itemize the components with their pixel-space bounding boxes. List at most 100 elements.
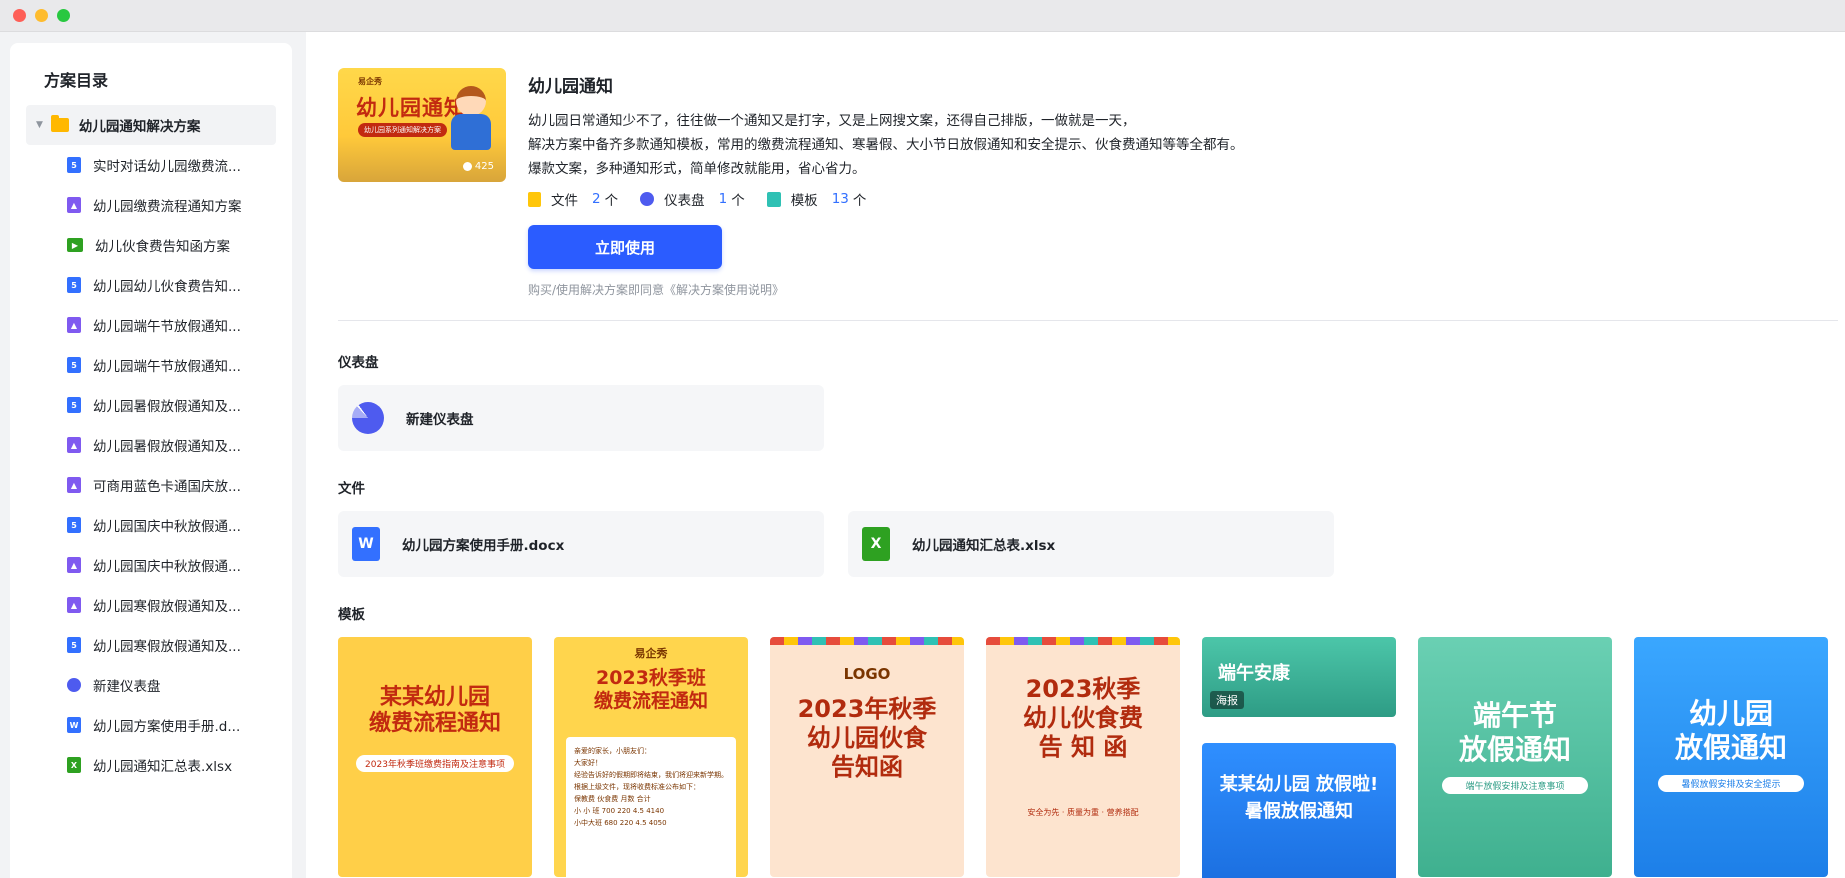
file-card-label: 幼儿园通知汇总表.xlsx <box>912 538 1056 554</box>
template-brand: 易企秀 <box>634 647 668 660</box>
dashboard-icon <box>640 192 655 206</box>
word-doc-icon: W <box>67 717 81 733</box>
description-line: 解决方案中备齐多款通知模板，常用的缴费流程通知、寒暑假、大小节日放假通知和安全提… <box>528 137 1244 153</box>
image-file-icon: ▲ <box>67 557 81 573</box>
sidebar-item[interactable]: ▲ 幼儿园暑假放假通知及... <box>26 425 276 465</box>
sidebar-folder[interactable]: ▼ 幼儿园通知解决方案 <box>26 105 276 145</box>
dashboard-card-label: 新建仪表盘 <box>406 412 474 428</box>
window-titlebar <box>0 0 1845 32</box>
bunting-decoration <box>770 637 964 645</box>
folder-label: 幼儿园通知解决方案 <box>78 119 201 135</box>
agreement-link[interactable]: 购买/使用解决方案即同意《解决方案使用说明》 <box>528 281 1244 298</box>
solution-stats: 文件 2 个 仪表盘 1 个 模板 13 个 <box>528 189 1244 209</box>
file-card-label: 幼儿园方案使用手册.docx <box>402 538 565 554</box>
sidebar-item-label: 幼儿园暑假放假通知及... <box>93 439 241 455</box>
sidebar: 方案目录 ▼ 幼儿园通知解决方案 5 实时对话幼儿园缴费流... ▲ 幼儿园缴费流程通… <box>10 43 292 878</box>
template-title: 幼儿园 放假通知 <box>1674 697 1787 764</box>
image-file-icon: ▲ <box>67 437 81 453</box>
stat-count: 1 <box>718 191 728 207</box>
doc-file-icon: 5 <box>67 277 81 293</box>
sidebar-item[interactable]: 5 幼儿园幼儿伙食费告知... <box>26 265 276 305</box>
sidebar-item[interactable]: ▲ 可商用蓝色卡通国庆放... <box>26 465 276 505</box>
sidebar-item-label: 幼儿园缴费流程通知方案 <box>93 199 242 215</box>
dashboard-card[interactable]: 新建仪表盘 <box>338 385 824 451</box>
solution-header: 易企秀 幼儿园通知 幼儿园系列通知解决方案 425 幼儿园通知 幼儿园日常通知少… <box>338 68 1845 298</box>
cover-brand: 易企秀 <box>358 77 382 86</box>
template-title: 某某幼儿园 缴费流程通知 <box>368 685 501 737</box>
template-gallery: 某某幼儿园 缴费流程通知 2023年秋季班缴费指南及注意事项 易企秀 2023秋… <box>338 637 1845 878</box>
sidebar-item[interactable]: 5 幼儿园端午节放假通知... <box>26 345 276 385</box>
sidebar-item-label: 幼儿园国庆中秋放假通... <box>93 519 241 535</box>
sidebar-item[interactable]: 新建仪表盘 <box>26 665 276 705</box>
stat-dashboards: 仪表盘 1 个 <box>640 189 745 209</box>
cover-subtitle: 幼儿园系列通知解决方案 <box>358 123 447 137</box>
template-title: 端午节 放假通知 <box>1458 699 1571 766</box>
video-file-icon: ▶ <box>67 238 83 252</box>
close-window-button[interactable] <box>13 9 26 22</box>
sidebar-item[interactable]: ▲ 幼儿园国庆中秋放假通... <box>26 545 276 585</box>
sidebar-item[interactable]: ▶ 幼儿伙食费告知函方案 <box>26 225 276 265</box>
sidebar-item[interactable]: 5 幼儿园国庆中秋放假通... <box>26 505 276 545</box>
template-card[interactable]: LOGO 2023年秋季 幼儿园伙食 告知函 <box>770 637 964 877</box>
template-title: 2023秋季 幼儿伙食费 告 知 函 <box>1023 675 1143 761</box>
sidebar-item-label: 幼儿园幼儿伙食费告知... <box>93 279 241 295</box>
sidebar-item-label: 幼儿园寒假放假通知及... <box>93 639 241 655</box>
template-type-badge: 海报 <box>1210 691 1244 709</box>
excel-icon: X <box>67 757 81 773</box>
template-card[interactable]: 幼儿园 放假通知 暑假放假安排及安全提示 <box>1634 637 1828 877</box>
solution-description: 幼儿园日常通知少不了，往往做一个通知又是打字，又是上网搜文案，还得自己排版，一做… <box>528 109 1244 181</box>
bunting-decoration <box>986 637 1180 645</box>
sidebar-item-label: 幼儿园通知汇总表.xlsx <box>93 759 233 775</box>
file-icon <box>528 191 541 207</box>
sidebar-item[interactable]: 5 幼儿园寒假放假通知及... <box>26 625 276 665</box>
sidebar-item[interactable]: ▲ 幼儿园端午节放假通知... <box>26 305 276 345</box>
description-line: 爆款文案，多种通知形式，简单修改就能用，省心省力。 <box>528 161 866 177</box>
child-illustration <box>446 86 496 150</box>
image-file-icon: ▲ <box>67 597 81 613</box>
sidebar-item[interactable]: W 幼儿园方案使用手册.d... <box>26 705 276 745</box>
dashboard-section-title: 仪表盘 <box>338 355 379 371</box>
sidebar-title: 方案目录 <box>44 71 109 90</box>
view-count: 425 <box>462 161 494 172</box>
sidebar-item[interactable]: 5 实时对话幼儿园缴费流... <box>26 145 276 185</box>
sidebar-item-label: 实时对话幼儿园缴费流... <box>93 159 241 175</box>
solution-cover-image[interactable]: 易企秀 幼儿园通知 幼儿园系列通知解决方案 425 <box>338 68 506 182</box>
stat-label: 仪表盘 <box>664 193 705 209</box>
sidebar-item-label: 幼儿园端午节放假通知... <box>93 359 241 375</box>
sidebar-item-label: 幼儿园国庆中秋放假通... <box>93 559 241 575</box>
sidebar-item[interactable]: ▲ 幼儿园缴费流程通知方案 <box>26 185 276 225</box>
minimize-window-button[interactable] <box>35 9 48 22</box>
stat-unit: 个 <box>852 193 867 209</box>
view-count-value: 425 <box>474 161 494 172</box>
sidebar-item-label: 幼儿园方案使用手册.d... <box>93 719 241 735</box>
use-now-button[interactable]: 立即使用 <box>528 225 722 269</box>
sidebar-item[interactable]: X 幼儿园通知汇总表.xlsx <box>26 745 276 785</box>
files-section-title: 文件 <box>338 481 365 497</box>
template-card[interactable]: 端午节 放假通知 端午放假安排及注意事项 <box>1418 637 1612 877</box>
file-card-xlsx[interactable]: X 幼儿园通知汇总表.xlsx <box>848 511 1334 577</box>
doc-file-icon: 5 <box>67 397 81 413</box>
sidebar-item-label: 幼儿伙食费告知函方案 <box>95 239 230 255</box>
eye-icon <box>462 162 472 171</box>
caret-down-icon[interactable]: ▼ <box>36 120 43 130</box>
template-title: 2023秋季班 缴费流程通知 <box>593 667 708 712</box>
sidebar-item[interactable]: ▲ 幼儿园寒假放假通知及... <box>26 585 276 625</box>
template-card[interactable]: 端午安康 海报 <box>1202 637 1396 717</box>
template-card[interactable]: 某某幼儿园 缴费流程通知 2023年秋季班缴费指南及注意事项 <box>338 637 532 877</box>
excel-icon: X <box>862 527 890 561</box>
template-card[interactable]: 某某幼儿园 放假啦! 暑假放假通知 <box>1202 743 1396 878</box>
sidebar-item-label: 新建仪表盘 <box>93 679 161 695</box>
image-file-icon: ▲ <box>67 477 81 493</box>
sidebar-item[interactable]: 5 幼儿园暑假放假通知及... <box>26 385 276 425</box>
dashboard-icon <box>67 678 81 692</box>
main-content: 易企秀 幼儿园通知 幼儿园系列通知解决方案 425 幼儿园通知 幼儿园日常通知少… <box>306 32 1845 878</box>
file-card-docx[interactable]: W 幼儿园方案使用手册.docx <box>338 511 824 577</box>
template-card[interactable]: 2023秋季 幼儿伙食费 告 知 函 安全为先 · 质量为重 · 营养搭配 <box>986 637 1180 877</box>
sidebar-item-label: 幼儿园端午节放假通知... <box>93 319 241 335</box>
template-title: 端午安康 <box>1218 663 1290 684</box>
doc-file-icon: 5 <box>67 637 81 653</box>
doc-file-icon: 5 <box>67 357 81 373</box>
stat-unit: 个 <box>731 193 745 209</box>
maximize-window-button[interactable] <box>57 9 70 22</box>
template-card[interactable]: 易企秀 2023秋季班 缴费流程通知 亲爱的家长，小朋友们： 大家好！ 经验告诉… <box>554 637 748 877</box>
